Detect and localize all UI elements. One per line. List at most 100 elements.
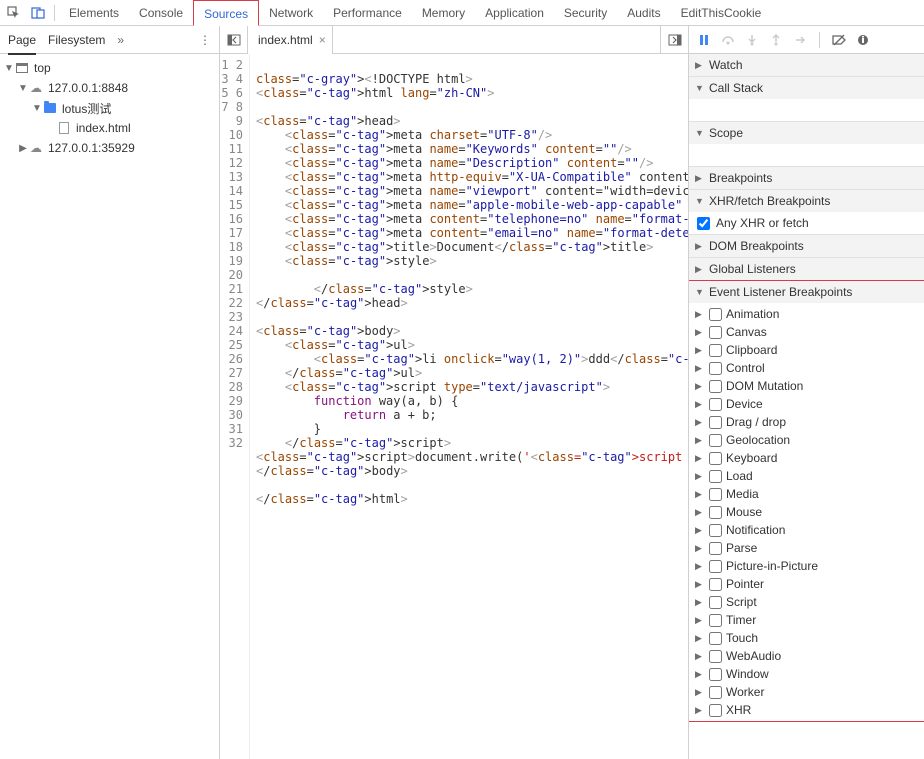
- inspect-icon[interactable]: [4, 3, 24, 23]
- event-category-load[interactable]: ▶Load: [695, 467, 918, 485]
- event-category-window[interactable]: ▶Window: [695, 665, 918, 683]
- event-category-clipboard[interactable]: ▶Clipboard: [695, 341, 918, 359]
- event-category-mouse[interactable]: ▶Mouse: [695, 503, 918, 521]
- pause-exceptions-icon[interactable]: [854, 31, 872, 49]
- event-category-notification[interactable]: ▶Notification: [695, 521, 918, 539]
- event-category-animation[interactable]: ▶Animation: [695, 305, 918, 323]
- device-toggle-icon[interactable]: [28, 3, 48, 23]
- step-out-icon[interactable]: [767, 31, 785, 49]
- event-category-checkbox[interactable]: [709, 560, 722, 573]
- event-category-checkbox[interactable]: [709, 704, 722, 717]
- event-category-timer[interactable]: ▶Timer: [695, 611, 918, 629]
- event-category-geolocation[interactable]: ▶Geolocation: [695, 431, 918, 449]
- debug-toolbar: [689, 26, 924, 54]
- event-category-label: Load: [726, 469, 753, 483]
- event-category-canvas[interactable]: ▶Canvas: [695, 323, 918, 341]
- event-category-checkbox[interactable]: [709, 398, 722, 411]
- editor-body[interactable]: 1 2 3 4 5 6 7 8 9 10 11 12 13 14 15 16 1…: [220, 54, 688, 759]
- file-tree: ▼ top ▼☁ 127.0.0.1:8848 ▼ lotus测试 index.…: [0, 54, 219, 759]
- event-category-worker[interactable]: ▶Worker: [695, 683, 918, 701]
- event-category-checkbox[interactable]: [709, 596, 722, 609]
- xhr-any-row[interactable]: Any XHR or fetch: [689, 212, 924, 234]
- event-category-parse[interactable]: ▶Parse: [695, 539, 918, 557]
- event-category-media[interactable]: ▶Media: [695, 485, 918, 503]
- section-breakpoints[interactable]: ▶Breakpoints: [689, 167, 924, 189]
- event-category-control[interactable]: ▶Control: [695, 359, 918, 377]
- deactivate-breakpoints-icon[interactable]: [830, 31, 848, 49]
- code-area[interactable]: class="c-gray"><!DOCTYPE html> <class="c…: [250, 54, 688, 759]
- section-global-listeners[interactable]: ▶Global Listeners: [689, 258, 924, 280]
- section-scope[interactable]: ▼Scope: [689, 122, 924, 144]
- pause-icon[interactable]: [695, 31, 713, 49]
- tab-console[interactable]: Console: [129, 0, 193, 26]
- event-category-label: Worker: [726, 685, 764, 699]
- step-over-icon[interactable]: [719, 31, 737, 49]
- toggle-navigator-icon[interactable]: [220, 26, 248, 54]
- event-category-checkbox[interactable]: [709, 452, 722, 465]
- tree-host-1[interactable]: ▼☁ 127.0.0.1:8848: [0, 78, 219, 98]
- event-category-checkbox[interactable]: [709, 470, 722, 483]
- event-category-drag-drop[interactable]: ▶Drag / drop: [695, 413, 918, 431]
- event-category-checkbox[interactable]: [709, 686, 722, 699]
- tree-folder[interactable]: ▼ lotus测试: [0, 98, 219, 118]
- close-tab-icon[interactable]: ×: [319, 33, 326, 47]
- event-category-webaudio[interactable]: ▶WebAudio: [695, 647, 918, 665]
- event-category-checkbox[interactable]: [709, 416, 722, 429]
- editor-tab-index[interactable]: index.html ×: [248, 26, 333, 54]
- event-category-checkbox[interactable]: [709, 578, 722, 591]
- event-category-checkbox[interactable]: [709, 362, 722, 375]
- event-category-checkbox[interactable]: [709, 344, 722, 357]
- event-category-checkbox[interactable]: [709, 308, 722, 321]
- tab-editthiscookie[interactable]: EditThisCookie: [671, 0, 772, 26]
- event-category-checkbox[interactable]: [709, 434, 722, 447]
- navigator-tab-page[interactable]: Page: [8, 33, 36, 47]
- event-category-checkbox[interactable]: [709, 668, 722, 681]
- event-category-keyboard[interactable]: ▶Keyboard: [695, 449, 918, 467]
- tree-label: lotus测试: [62, 100, 111, 117]
- tab-memory[interactable]: Memory: [412, 0, 475, 26]
- event-category-checkbox[interactable]: [709, 650, 722, 663]
- event-category-dom-mutation[interactable]: ▶DOM Mutation: [695, 377, 918, 395]
- cloud-icon: ☁: [28, 140, 44, 156]
- any-xhr-checkbox[interactable]: [697, 217, 710, 230]
- event-category-checkbox[interactable]: [709, 542, 722, 555]
- tab-elements[interactable]: Elements: [59, 0, 129, 26]
- event-category-label: WebAudio: [726, 649, 781, 663]
- event-category-checkbox[interactable]: [709, 380, 722, 393]
- navigator-menu-icon[interactable]: ⋮: [199, 33, 211, 47]
- tree-host-2[interactable]: ▶☁ 127.0.0.1:35929: [0, 138, 219, 158]
- window-icon: [16, 63, 28, 73]
- event-category-picture-in-picture[interactable]: ▶Picture-in-Picture: [695, 557, 918, 575]
- event-category-checkbox[interactable]: [709, 614, 722, 627]
- navigator-more-tabs-icon[interactable]: »: [117, 33, 124, 47]
- section-call-stack[interactable]: ▼Call Stack: [689, 77, 924, 99]
- navigator-tab-filesystem[interactable]: Filesystem: [48, 33, 105, 47]
- tab-sources[interactable]: Sources: [193, 0, 259, 26]
- event-category-checkbox[interactable]: [709, 632, 722, 645]
- section-event-listener-breakpoints[interactable]: ▼Event Listener Breakpoints: [689, 281, 924, 303]
- section-xhr-breakpoints[interactable]: ▼XHR/fetch Breakpoints: [689, 190, 924, 212]
- event-category-label: Clipboard: [726, 343, 777, 357]
- event-category-pointer[interactable]: ▶Pointer: [695, 575, 918, 593]
- tree-file-index[interactable]: index.html: [0, 118, 219, 138]
- event-category-checkbox[interactable]: [709, 326, 722, 339]
- event-category-device[interactable]: ▶Device: [695, 395, 918, 413]
- tree-top[interactable]: ▼ top: [0, 58, 219, 78]
- step-icon[interactable]: [791, 31, 809, 49]
- event-category-label: Pointer: [726, 577, 764, 591]
- tab-security[interactable]: Security: [554, 0, 617, 26]
- step-into-icon[interactable]: [743, 31, 761, 49]
- event-category-xhr[interactable]: ▶XHR: [695, 701, 918, 719]
- tab-application[interactable]: Application: [475, 0, 554, 26]
- tab-audits[interactable]: Audits: [617, 0, 670, 26]
- event-category-script[interactable]: ▶Script: [695, 593, 918, 611]
- tab-performance[interactable]: Performance: [323, 0, 412, 26]
- section-dom-breakpoints[interactable]: ▶DOM Breakpoints: [689, 235, 924, 257]
- event-category-checkbox[interactable]: [709, 506, 722, 519]
- tab-network[interactable]: Network: [259, 0, 323, 26]
- event-category-touch[interactable]: ▶Touch: [695, 629, 918, 647]
- event-category-checkbox[interactable]: [709, 524, 722, 537]
- event-category-checkbox[interactable]: [709, 488, 722, 501]
- toggle-debugger-icon[interactable]: [660, 26, 688, 54]
- section-watch[interactable]: ▶Watch: [689, 54, 924, 76]
